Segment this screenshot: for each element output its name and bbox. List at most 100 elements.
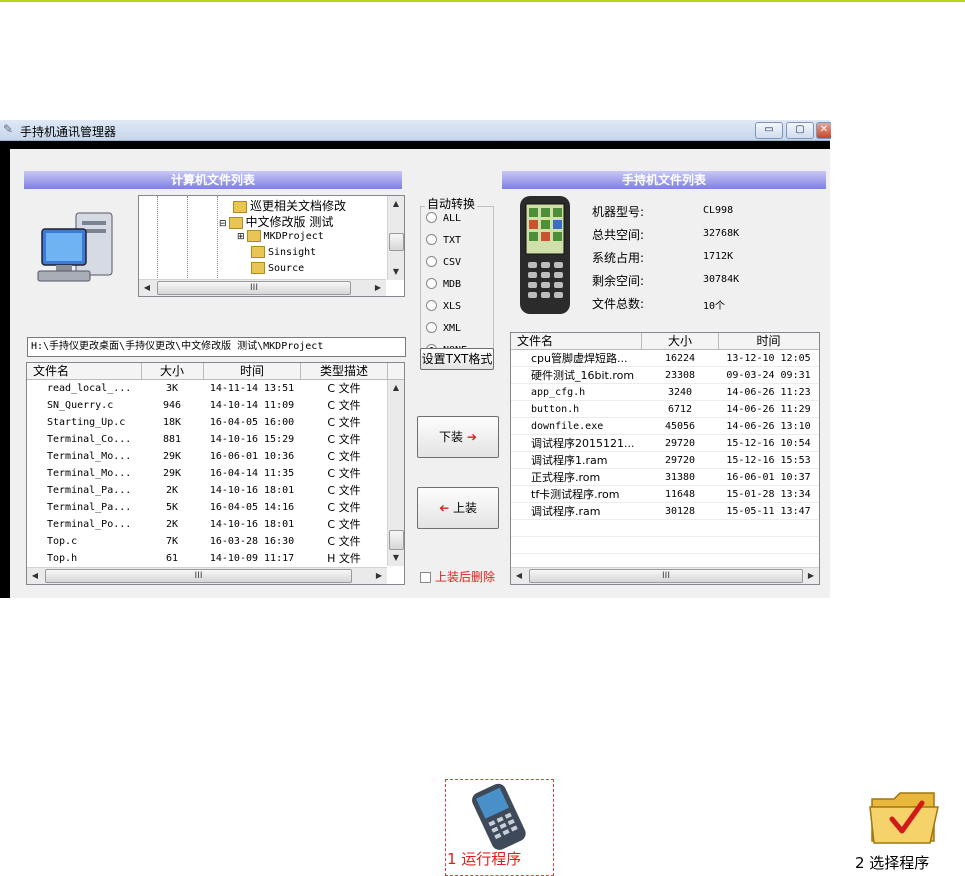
radio-xml[interactable]: XML <box>426 321 461 336</box>
expand-icon[interactable]: ⊞ <box>237 232 245 242</box>
handheld-device-icon <box>516 194 574 316</box>
tree-item[interactable]: ⊞ MKDProject <box>237 229 324 245</box>
file-list-header: 文件名 大小 时间 类型描述 <box>27 363 404 380</box>
upload-button[interactable]: ➔ 上装 <box>417 487 499 529</box>
scroll-left-icon[interactable]: ◀ <box>139 280 155 296</box>
scroll-thumb[interactable] <box>389 530 404 550</box>
collapse-icon[interactable]: ⊟ <box>219 219 227 229</box>
column-header-name[interactable]: 文件名 <box>511 333 642 349</box>
file-list-vertical-scrollbar[interactable]: ▲ ▼ <box>387 380 404 566</box>
table-row[interactable]: downfile.exe 45056 14-06-26 13:10 <box>511 418 819 435</box>
cell-size: 3K <box>165 383 179 394</box>
radio-button-icon[interactable] <box>426 321 437 333</box>
scroll-right-icon[interactable]: ▶ <box>803 568 819 584</box>
tree-item[interactable]: Source <box>251 261 304 277</box>
column-header-type[interactable]: 类型描述 <box>301 363 388 379</box>
handheld-file-list-header: 手持机文件列表 <box>502 171 826 189</box>
table-row[interactable]: 正式程序.rom 31380 16-06-01 10:37 <box>511 469 819 486</box>
cell-name: downfile.exe <box>531 421 604 432</box>
minimize-button[interactable]: ▭ <box>755 122 783 139</box>
radio-label: MDB <box>443 279 462 290</box>
table-row[interactable]: 调试程序2015121... 29720 15-12-16 10:54 <box>511 435 819 452</box>
table-row[interactable]: 调试程序1.ram 29720 15-12-16 15:53 <box>511 452 819 469</box>
cell-time: 16-06-01 10:37 <box>726 472 811 483</box>
scroll-down-icon[interactable]: ▼ <box>388 264 404 280</box>
radio-csv[interactable]: CSV <box>426 255 461 270</box>
row-grid-line <box>511 451 819 452</box>
radio-button-icon[interactable] <box>426 211 437 223</box>
column-header-time[interactable]: 时间 <box>719 333 818 349</box>
scroll-thumb[interactable] <box>389 233 404 251</box>
file-list-horizontal-scrollbar[interactable]: ◀ III ▶ <box>511 567 819 584</box>
title-bar[interactable]: ✎ 手持机通讯管理器 ▭ ▢ ✕ <box>0 120 831 141</box>
download-button[interactable]: 下装 ➔ <box>417 416 499 458</box>
close-button[interactable]: ✕ <box>816 122 831 139</box>
table-row[interactable]: Terminal_Mo... 29K 16-06-01 10:36 C 文件 <box>27 448 387 465</box>
handheld-file-list[interactable]: 文件名 大小 时间 cpu管脚虚焊短路... 16224 13-12-10 12:0… <box>510 332 820 585</box>
table-row[interactable]: Top.h 61 14-10-09 11:17 H 文件 <box>27 550 387 567</box>
cell-type: C 文件 <box>327 399 361 412</box>
column-header-size[interactable]: 大小 <box>141 363 204 379</box>
select-program-label: 2 选择程序 <box>855 854 930 872</box>
table-row[interactable]: 调试程序.ram 30128 15-05-11 13:47 <box>511 503 819 520</box>
table-row[interactable]: 硬件测试_16bit.rom 23308 09-03-24 09:31 <box>511 367 819 384</box>
tree-horizontal-scrollbar[interactable]: ◀ III ▶ <box>139 279 386 296</box>
scroll-up-icon[interactable]: ▲ <box>388 380 404 396</box>
cell-size: 61 <box>165 553 179 564</box>
column-header-size[interactable]: 大小 <box>642 333 719 349</box>
scroll-thumb[interactable]: III <box>157 281 351 295</box>
path-field[interactable]: H:\手持仪更改桌面\手持仪更改\中文修改版 测试\MKDProject <box>27 337 406 357</box>
table-row[interactable]: Terminal_Pa... 5K 16-04-05 14:16 C 文件 <box>27 499 387 516</box>
radio-txt[interactable]: TXT <box>426 233 461 248</box>
checkbox-box[interactable] <box>420 572 431 583</box>
set-txt-format-button[interactable]: 设置TXT格式 <box>420 348 494 370</box>
cell-time: 14-10-16 18:01 <box>209 519 295 530</box>
column-header-time[interactable]: 时间 <box>204 363 301 379</box>
radio-button-icon[interactable] <box>426 277 437 289</box>
table-row[interactable]: app_cfg.h 3240 14-06-26 11:23 <box>511 384 819 401</box>
scroll-right-icon[interactable]: ▶ <box>370 280 386 296</box>
delete-after-upload-checkbox[interactable]: 上装后删除 <box>420 568 495 585</box>
app-window: ✎ 手持机通讯管理器 ▭ ▢ ✕ 计算机文件列表 巡更相关文档修改 ⊟ 中文修改… <box>0 120 831 598</box>
table-row[interactable]: Top.c 7K 16-03-28 16:30 C 文件 <box>27 533 387 550</box>
row-grid-line <box>511 400 819 401</box>
column-header-name[interactable]: 文件名 <box>27 363 142 379</box>
table-row[interactable]: SN_Querry.c 946 14-10-14 11:09 C 文件 <box>27 397 387 414</box>
table-row[interactable]: button.h 6712 14-06-26 11:29 <box>511 401 819 418</box>
table-row[interactable]: cpu管脚虚焊短路... 16224 13-12-10 12:05 <box>511 350 819 367</box>
file-list-horizontal-scrollbar[interactable]: ◀ III ▶ <box>27 567 387 584</box>
scroll-up-icon[interactable]: ▲ <box>388 196 404 212</box>
radio-all[interactable]: ALL <box>426 211 461 226</box>
radio-button-icon[interactable] <box>426 299 437 311</box>
table-row[interactable]: Terminal_Co... 881 14-10-16 15:29 C 文件 <box>27 431 387 448</box>
table-row[interactable]: read_local_... 3K 14-11-14 13:51 C 文件 <box>27 380 387 397</box>
table-row[interactable]: tf卡测试程序.rom 11648 15-01-28 13:34 <box>511 486 819 503</box>
tree-item[interactable]: 巡更相关文档修改 <box>233 197 346 213</box>
scroll-down-icon[interactable]: ▼ <box>388 550 404 566</box>
table-row[interactable]: Terminal_Pa... 2K 14-10-16 18:01 C 文件 <box>27 482 387 499</box>
radio-button-icon[interactable] <box>426 233 437 245</box>
select-program-button[interactable] <box>868 785 940 847</box>
tree-vertical-scrollbar[interactable]: ▲ ▼ <box>387 196 404 280</box>
cell-size: 45056 <box>664 421 696 432</box>
scroll-thumb[interactable]: III <box>529 569 803 583</box>
radio-button-icon[interactable] <box>426 255 437 267</box>
radio-mdb[interactable]: MDB <box>426 277 462 292</box>
table-row[interactable]: Starting_Up.c 18K 16-04-05 16:00 C 文件 <box>27 414 387 431</box>
table-row[interactable]: Terminal_Po... 2K 14-10-16 18:01 C 文件 <box>27 516 387 533</box>
table-row[interactable]: Terminal_Mo... 29K 16-04-14 11:35 C 文件 <box>27 465 387 482</box>
cell-size: 29720 <box>664 438 696 449</box>
tree-item[interactable]: Sinsight <box>251 245 316 261</box>
cell-time: 09-03-24 09:31 <box>726 370 811 381</box>
scroll-right-icon[interactable]: ▶ <box>371 568 387 584</box>
folder-tree[interactable]: 巡更相关文档修改 ⊟ 中文修改版 测试 ⊞ MKDProject Sinsight … <box>138 195 405 297</box>
app-icon: ✎ <box>3 122 14 136</box>
scroll-thumb[interactable]: III <box>45 569 352 583</box>
free-space-label: 剩余空间: <box>592 274 645 288</box>
scroll-left-icon[interactable]: ◀ <box>27 568 43 584</box>
scroll-left-icon[interactable]: ◀ <box>511 568 527 584</box>
radio-xls[interactable]: XLS <box>426 299 461 314</box>
maximize-button[interactable]: ▢ <box>786 122 814 139</box>
computer-file-list[interactable]: 文件名 大小 时间 类型描述 read_local_... 3K 14-11-14 … <box>26 362 405 585</box>
tree-item[interactable]: ⊟ 中文修改版 测试 <box>219 213 333 229</box>
